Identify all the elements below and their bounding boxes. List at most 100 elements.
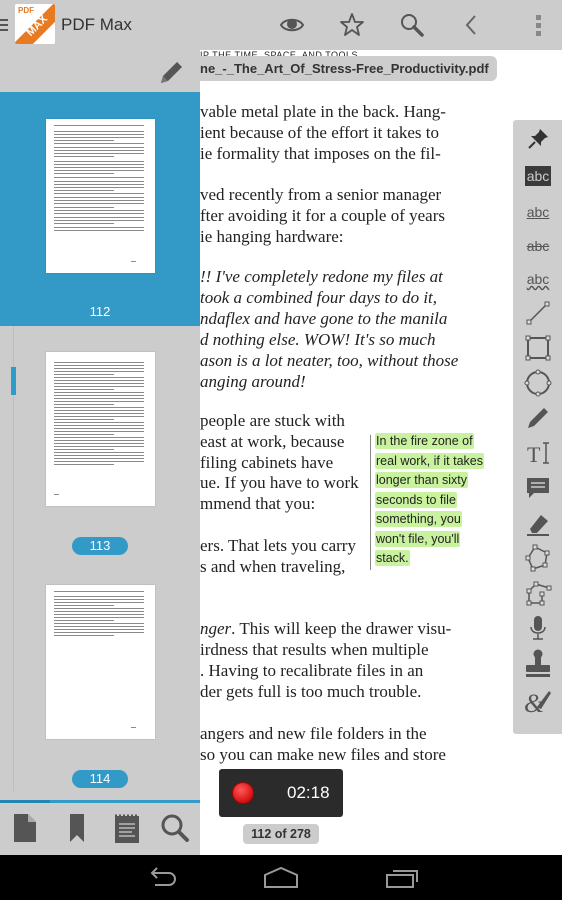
thumbnail-text-line [54,170,144,171]
document-line: ers. That lets you carry [200,535,356,555]
thumbnail-text-line [54,143,144,144]
highlight-tool[interactable]: abc [521,161,555,191]
polyline-icon [526,581,552,606]
document-line: ved recently from a senior manager [200,185,442,204]
thumbnail-text-line [54,623,144,624]
document-line: !! I've completely redone my files at [200,267,443,286]
overflow-menu-icon[interactable] [525,12,551,38]
highlighted-sidenote[interactable]: In the fire zone of real work, if it take… [375,432,484,569]
thumbnail-page-112[interactable] [46,119,155,273]
svg-text:T: T [527,442,541,467]
thumbnail-page-number [54,494,59,495]
polygon-tool[interactable] [521,543,555,573]
thumbnail-text-line [54,605,114,606]
thumbnail-label-112[interactable]: 112 [80,304,120,319]
recents-button[interactable] [385,865,421,889]
squiggly-tool[interactable]: abc [521,264,555,294]
thumbnail-text-line [54,455,144,456]
sidenote-line: real work, if it takes [375,452,484,472]
thumbnail-text-line [54,416,144,417]
thumbnail-text-line [54,407,144,408]
app-logo[interactable]: PDF MAX [15,4,55,44]
thumbnail-page-number [131,727,136,728]
thumbnail-text-line [54,173,114,174]
audio-tool[interactable] [521,613,555,643]
sidenote-line: something, you [375,510,484,530]
search-icon [161,814,189,842]
signature-pen-icon: & [524,689,551,715]
system-navigation-bar [0,855,562,900]
chevron-left-icon[interactable] [459,12,485,38]
eye-icon[interactable] [279,12,305,38]
search-tab[interactable] [160,812,190,844]
ellipse-tool[interactable] [521,368,555,398]
thumbnail-text-line [54,452,144,453]
document-line: east at work, because [200,431,345,451]
eraser-tool[interactable] [521,508,555,538]
thumbnail-text-line [54,401,144,402]
home-icon [264,866,298,888]
text-icon: T [527,442,549,467]
highlighted-text: real work, if it takes [375,452,484,469]
pin-note-tool[interactable] [521,124,555,154]
thumbnail-text-line [54,389,114,390]
thumbnail-text-line [54,223,114,224]
comment-tool[interactable] [521,473,555,503]
thumbnail-label-114[interactable]: 114 [72,770,128,788]
record-icon[interactable] [233,783,253,803]
menu-icon[interactable] [0,19,8,33]
back-button[interactable] [143,865,179,889]
thumbnail-text-line [54,230,144,231]
thumbnail-text-line [54,413,144,414]
recording-time: 02:18 [287,783,330,802]
thumbnail-text-line [54,458,144,459]
audio-recording-panel[interactable]: 02:18 [219,769,343,817]
thumbnail-text-line [54,386,144,387]
pages-tab[interactable] [10,812,40,844]
thumbnail-text-line [54,161,144,162]
thumbnail-text-line [54,167,144,168]
thumbnail-text-line [54,632,144,633]
sidenote-line: seconds to file [375,491,484,511]
pencil-icon [528,408,548,428]
sidenote-line: won't file, you'll [375,530,484,550]
thumbnail-text-line [54,596,144,597]
underline-tool[interactable]: abc [521,197,555,227]
edit-pencil-icon[interactable] [158,58,186,86]
thumbnail-text-line [54,177,144,178]
sidebar-progress-bar [0,800,200,803]
thumbnail-label-113[interactable]: 113 [72,537,128,555]
thumbnail-page-113[interactable] [46,352,155,506]
back-arrow-icon [150,867,176,886]
scroll-thumb[interactable] [11,367,16,395]
thumbnail-text-line [54,365,144,366]
star-icon[interactable] [339,12,365,38]
document-line: fter avoiding it for a couple of years [200,206,445,225]
document-line: anging around! [200,372,306,391]
sidenote-line: longer than sixty [375,471,484,491]
stamp-tool[interactable] [521,648,555,678]
document-line: people are stuck with [200,411,345,430]
comment-icon [527,478,549,498]
document-line: s and when traveling, [200,556,346,576]
strikeout-tool[interactable]: abc [521,231,555,261]
text-box-tool[interactable]: T [521,438,555,468]
pencil-tool[interactable] [521,403,555,433]
thumbnail-text-line [54,125,144,126]
signature-tool[interactable]: & [521,685,555,715]
notes-tab[interactable] [112,812,142,844]
document-view[interactable]: IP THE TIME, SPACE, AND TOOLS ne_-_The_A… [200,50,562,855]
thumbnail-text-line [54,410,144,411]
thumbnail-text-line [54,362,144,363]
thumbnail-page-114[interactable] [46,585,155,739]
document-line: d nothing else. WOW! It's so much [200,330,436,349]
bookmarks-tab[interactable] [62,812,92,844]
thumbnail-text-line [54,220,144,221]
document-line: ient because of the effort it takes to [200,123,440,142]
search-icon[interactable] [399,12,425,38]
thumbnail-text-line [54,395,144,396]
home-button[interactable] [263,865,299,889]
polyline-tool[interactable] [521,578,555,608]
rectangle-tool[interactable] [521,333,555,363]
line-tool[interactable] [521,298,555,328]
